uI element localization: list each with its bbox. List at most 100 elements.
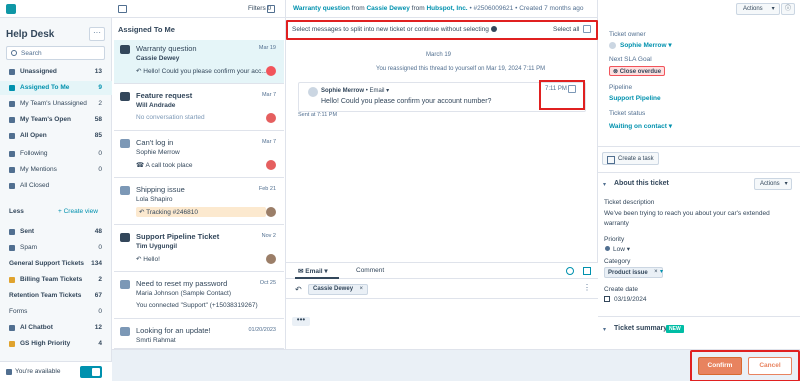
sidebar-item-label: My Team's Open: [20, 116, 71, 123]
sidebar-item-my-teams-open[interactable]: My Team's Open 58: [0, 113, 112, 127]
chevron-down-icon[interactable]: ▾: [603, 181, 606, 188]
at-icon: [9, 167, 15, 173]
sidebar-item-count: 85: [94, 132, 102, 139]
ticket-contact: Will Andrade: [136, 102, 176, 109]
cancel-button[interactable]: Cancel: [748, 357, 792, 375]
remove-icon[interactable]: ×: [360, 286, 364, 292]
new-badge: NEW: [666, 325, 684, 333]
sidebar-item-ai-chatbot[interactable]: AI Chatbot 12: [0, 321, 112, 335]
sla-overdue-badge: ⊗ Close overdue: [609, 66, 666, 76]
globe-icon[interactable]: [566, 267, 574, 275]
ticket-icon: [120, 45, 130, 54]
ticket-card[interactable]: Shipping issue Feb 21 Lola Shapiro ↶ Tra…: [114, 181, 284, 225]
sidebar-item-following[interactable]: Following 0: [0, 147, 112, 161]
sidebar-item-my-teams-unassigned[interactable]: My Team's Unassigned 2: [0, 97, 112, 111]
recipient-chip[interactable]: Cassie Dewey ×: [308, 284, 369, 295]
ticket-date: Oct 25: [259, 280, 276, 286]
check-icon: [9, 183, 15, 189]
sidebar-item-count: 0: [98, 150, 102, 157]
about-actions-button[interactable]: Actions ▾: [754, 178, 792, 190]
actions-button[interactable]: Actions ▾: [736, 3, 780, 15]
chevron-down-icon[interactable]: ▾: [660, 268, 663, 275]
sort-icon[interactable]: [267, 5, 275, 13]
split-footer: Confirm Cancel: [112, 349, 800, 381]
status-text: Waiting on contact: [609, 123, 667, 130]
sidebar-item-retention-team[interactable]: Retention Team Tickets 67: [0, 289, 112, 303]
ticket-title: Warranty question: [136, 44, 197, 53]
sidebar-item-unassigned[interactable]: Unassigned 13: [0, 65, 112, 79]
sidebar-item-spam[interactable]: Spam 0: [0, 241, 112, 255]
more-options-icon[interactable]: ⋮: [583, 283, 591, 292]
sidebar-item-label: Billing Team Tickets: [20, 276, 83, 283]
priority-value[interactable]: Low ▾: [613, 245, 630, 253]
list-topbar: Filters 0: [112, 0, 286, 18]
message-checkbox[interactable]: [568, 85, 576, 93]
expand-icon[interactable]: [583, 267, 591, 275]
about-actions-label: Actions: [760, 181, 780, 187]
sidebar-item-general-support[interactable]: General Support Tickets 134: [0, 257, 112, 271]
conversation-header: Warranty question from Cassie Dewey from…: [286, 0, 598, 18]
sidebar-item-assigned-to-me[interactable]: Assigned To Me 9: [0, 81, 112, 95]
sidebar-more-button[interactable]: ···: [89, 27, 105, 41]
company-link[interactable]: Hubspot, Inc.: [426, 5, 467, 12]
create-date-value[interactable]: 03/19/2024: [614, 296, 647, 303]
ticket-owner-value[interactable]: Sophie Merrow ▾: [620, 41, 672, 49]
chevron-down-icon[interactable]: ▾: [603, 326, 606, 333]
ticket-title: Shipping issue: [136, 185, 185, 194]
select-all-checkbox[interactable]: [583, 25, 591, 33]
priority-text: Low: [613, 246, 625, 253]
avatar: [266, 66, 276, 76]
status-value[interactable]: Waiting on contact ▾: [609, 122, 672, 130]
sidebar-item-billing-team[interactable]: Billing Team Tickets 2: [0, 273, 112, 287]
ticket-card[interactable]: Looking for an update! 01/20/2023 Smrti …: [114, 322, 284, 349]
split-prompt: Select messages to split into new ticket…: [292, 26, 489, 33]
message-time: 7:11 PM: [545, 86, 567, 92]
avatar: [266, 160, 276, 170]
ticket-id: • #2506009621: [469, 5, 514, 12]
sidebar-item-sent[interactable]: Sent 48: [0, 225, 112, 239]
sidebar-item-gs-high-priority[interactable]: GS High Priority 4: [0, 337, 112, 351]
ticket-card[interactable]: Warranty question Mar 19 Cassie Dewey ↶ …: [114, 40, 284, 84]
tab-comment[interactable]: Comment: [356, 267, 384, 274]
avatar: [266, 254, 276, 264]
less-toggle[interactable]: Less: [9, 208, 24, 215]
availability-toggle[interactable]: [80, 366, 102, 378]
summary-section-title[interactable]: Ticket summary: [614, 325, 667, 332]
ticket-card[interactable]: Need to reset my password Oct 25 Maria J…: [114, 275, 284, 319]
recipient-name: Cassie Dewey: [313, 286, 354, 292]
sidebar-item-my-mentions[interactable]: My Mentions 0: [0, 163, 112, 177]
list-view-icon[interactable]: [118, 5, 127, 13]
remove-icon[interactable]: ×: [654, 269, 658, 275]
helpdesk-sidebar: Help Desk ··· Search Unassigned 13 Assig…: [0, 0, 112, 381]
filters-label: Filters: [248, 5, 266, 12]
ticket-link[interactable]: Warranty question: [293, 5, 350, 12]
reply-icon[interactable]: ↶: [295, 285, 302, 294]
pipeline-value[interactable]: Support Pipeline: [609, 95, 661, 102]
sidebar-search-input[interactable]: Search: [6, 46, 105, 60]
ticket-card[interactable]: Feature request Mar 7 Will Andrade No co…: [114, 87, 284, 131]
show-more-button[interactable]: •••: [292, 316, 310, 326]
helpdesk-logo-icon: [6, 4, 16, 14]
about-section-title[interactable]: About this ticket: [614, 180, 669, 187]
tab-email[interactable]: ✉ Email ▾: [298, 267, 328, 275]
create-task-button[interactable]: Create a task: [602, 152, 659, 165]
avatar: [266, 207, 276, 217]
category-chip[interactable]: Product issue ×: [604, 267, 663, 278]
ticket-card[interactable]: Support Pipeline Ticket Nov 2 Tim Uygung…: [114, 228, 284, 272]
sidebar-item-count: 67: [94, 292, 102, 299]
info-icon[interactable]: [490, 26, 497, 32]
sidebar-item-all-closed[interactable]: All Closed: [0, 179, 112, 193]
create-view-link[interactable]: + Create view: [58, 208, 98, 215]
sidebar-item-all-open[interactable]: All Open 85: [0, 129, 112, 143]
ticket-card[interactable]: Can't log in Mar 7 Sophie Merrow ☎ A cal…: [114, 134, 284, 178]
description-value[interactable]: We've been trying to reach you about you…: [604, 209, 794, 229]
confirm-button[interactable]: Confirm: [698, 357, 742, 375]
ticket-date: Mar 7: [261, 139, 276, 145]
chevron-down-icon[interactable]: ▾: [386, 88, 389, 94]
ticket-owner-label: Ticket owner: [609, 31, 646, 38]
sidebar-item-count: 2: [98, 100, 102, 107]
sidebar-item-count: 48: [94, 228, 102, 235]
info-button[interactable]: ⓘ: [781, 3, 795, 15]
contact-link[interactable]: Cassie Dewey: [366, 5, 409, 12]
sidebar-item-forms[interactable]: Forms 0: [0, 305, 112, 319]
